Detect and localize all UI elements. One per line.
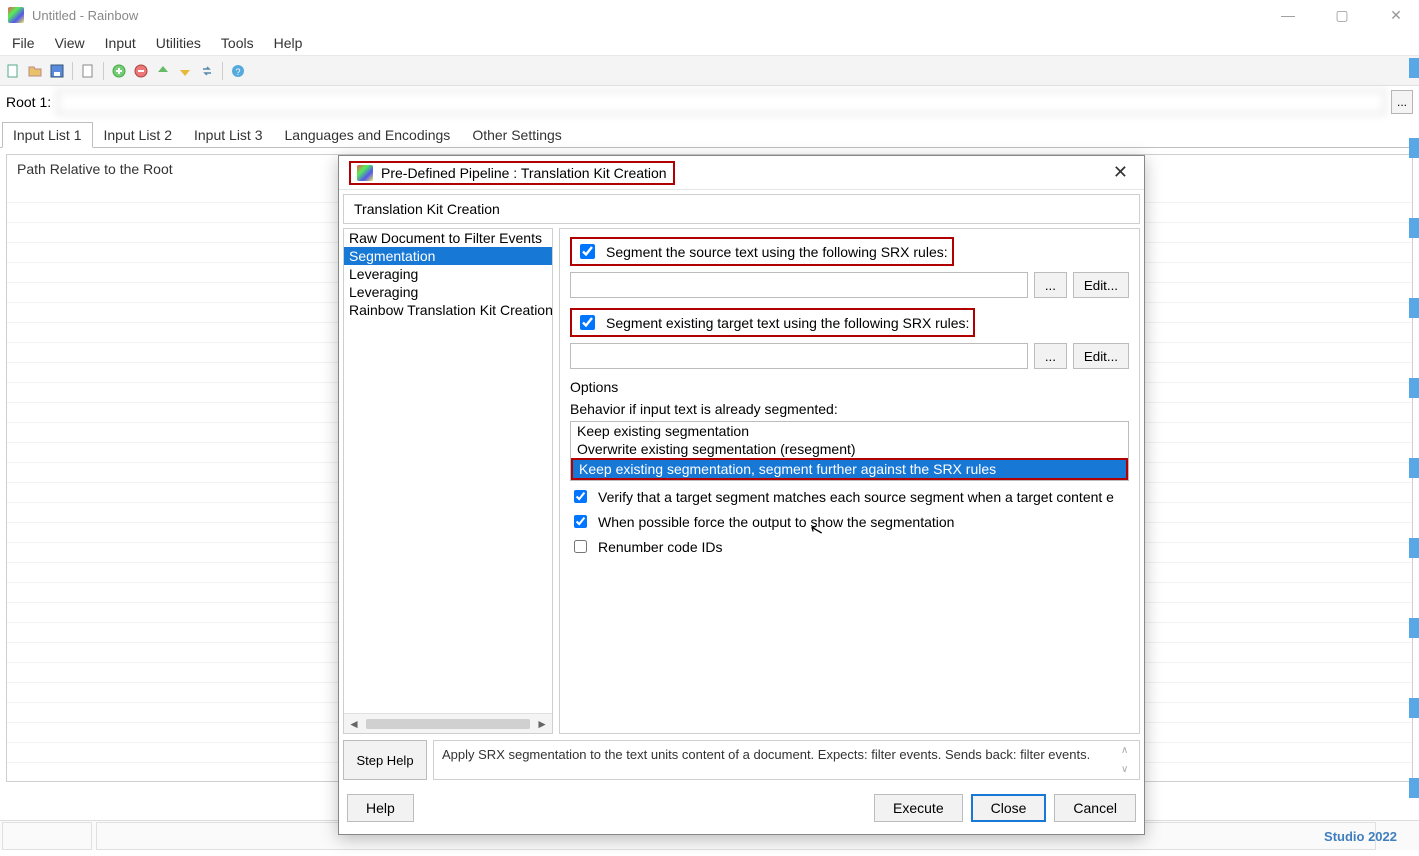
- behavior-option-0[interactable]: Keep existing segmentation: [571, 422, 1128, 440]
- steps-hscrollbar[interactable]: ◄►: [344, 713, 552, 733]
- menu-tools[interactable]: Tools: [211, 33, 264, 53]
- toolbar-separator: [222, 62, 223, 80]
- down-icon[interactable]: [176, 62, 194, 80]
- svg-text:?: ?: [235, 67, 240, 77]
- up-icon[interactable]: [154, 62, 172, 80]
- remove-icon[interactable]: [132, 62, 150, 80]
- close-window-button[interactable]: ✕: [1381, 7, 1411, 24]
- step-item-2[interactable]: Leveraging: [344, 265, 552, 283]
- menu-help[interactable]: Help: [264, 33, 313, 53]
- menu-input[interactable]: Input: [95, 33, 146, 53]
- segment-target-label: Segment existing target text using the f…: [606, 315, 969, 331]
- root-path-input[interactable]: [57, 90, 1385, 114]
- doc-icon[interactable]: [79, 62, 97, 80]
- save-icon[interactable]: [48, 62, 66, 80]
- step-description-text: Apply SRX segmentation to the text units…: [442, 747, 1090, 762]
- tab-other-settings[interactable]: Other Settings: [461, 122, 573, 148]
- step-item-3[interactable]: Leveraging: [344, 283, 552, 301]
- dialog-titlebar: Pre-Defined Pipeline : Translation Kit C…: [339, 156, 1144, 190]
- root-label: Root 1:: [6, 94, 51, 110]
- dialog-icon: [357, 165, 373, 181]
- segment-source-label: Segment the source text using the follow…: [606, 244, 948, 260]
- add-icon[interactable]: [110, 62, 128, 80]
- segment-source-browse-button[interactable]: ...: [1034, 272, 1067, 298]
- toolbar-separator: [72, 62, 73, 80]
- menu-file[interactable]: File: [2, 33, 45, 53]
- window-titlebar: Untitled - Rainbow — ▢ ✕: [0, 0, 1419, 30]
- execute-button[interactable]: Execute: [874, 794, 963, 822]
- segment-source-path-input[interactable]: [570, 272, 1028, 298]
- step-item-1[interactable]: Segmentation: [344, 247, 552, 265]
- dialog-title: Pre-Defined Pipeline : Translation Kit C…: [381, 165, 667, 181]
- segment-source-checkbox[interactable]: [580, 244, 595, 259]
- tab-languages-encodings[interactable]: Languages and Encodings: [274, 122, 462, 148]
- maximize-button[interactable]: ▢: [1327, 7, 1357, 24]
- behavior-option-1[interactable]: Overwrite existing segmentation (resegme…: [571, 440, 1128, 458]
- renumber-checkbox[interactable]: [574, 540, 587, 553]
- help-button[interactable]: Help: [347, 794, 414, 822]
- pipeline-dialog: Pre-Defined Pipeline : Translation Kit C…: [338, 155, 1145, 835]
- segment-target-edit-button[interactable]: Edit...: [1073, 343, 1129, 369]
- window-title: Untitled - Rainbow: [32, 8, 138, 23]
- behavior-label: Behavior if input text is already segmen…: [570, 401, 1129, 417]
- root-row: Root 1: ...: [0, 86, 1419, 118]
- verify-checkbox[interactable]: [574, 490, 587, 503]
- verify-label: Verify that a target segment matches eac…: [598, 489, 1114, 505]
- background-studio-text: Studio 2022: [1324, 829, 1397, 844]
- app-icon: [8, 7, 24, 23]
- step-help-button[interactable]: Step Help: [343, 740, 427, 780]
- renumber-label: Renumber code IDs: [598, 539, 723, 555]
- force-output-label: When possible force the output to show t…: [598, 514, 954, 530]
- segment-target-path-input[interactable]: [570, 343, 1028, 369]
- cancel-button[interactable]: Cancel: [1054, 794, 1136, 822]
- menu-utilities[interactable]: Utilities: [146, 33, 211, 53]
- segment-target-browse-button[interactable]: ...: [1034, 343, 1067, 369]
- menu-bar: File View Input Utilities Tools Help: [0, 30, 1419, 56]
- background-strip: [1409, 58, 1419, 850]
- desc-scrollbar[interactable]: ∧∨: [1121, 745, 1135, 775]
- close-button[interactable]: Close: [971, 794, 1047, 822]
- segment-target-checkbox[interactable]: [580, 315, 595, 330]
- segment-source-edit-button[interactable]: Edit...: [1073, 272, 1129, 298]
- step-item-0[interactable]: Raw Document to Filter Events: [344, 229, 552, 247]
- tab-bar: Input List 1 Input List 2 Input List 3 L…: [0, 118, 1419, 148]
- help-icon[interactable]: ?: [229, 62, 247, 80]
- tab-input-list-2[interactable]: Input List 2: [93, 122, 184, 148]
- behavior-listbox[interactable]: Keep existing segmentation Overwrite exi…: [570, 421, 1129, 481]
- options-label: Options: [570, 379, 1129, 395]
- swap-icon[interactable]: [198, 62, 216, 80]
- dialog-section-title: Translation Kit Creation: [343, 194, 1140, 224]
- open-icon[interactable]: [26, 62, 44, 80]
- step-options-panel: Segment the source text using the follow…: [559, 228, 1140, 734]
- dialog-close-button[interactable]: ✕: [1107, 162, 1134, 183]
- toolbar: ?: [0, 56, 1419, 86]
- step-description: Apply SRX segmentation to the text units…: [433, 740, 1140, 780]
- toolbar-separator: [103, 62, 104, 80]
- force-output-checkbox[interactable]: [574, 515, 587, 528]
- tab-input-list-1[interactable]: Input List 1: [2, 122, 93, 148]
- step-item-4[interactable]: Rainbow Translation Kit Creation: [344, 301, 552, 319]
- steps-list: Raw Document to Filter Events Segmentati…: [343, 228, 553, 734]
- behavior-option-2[interactable]: Keep existing segmentation, segment furt…: [571, 458, 1128, 480]
- new-icon[interactable]: [4, 62, 22, 80]
- tab-input-list-3[interactable]: Input List 3: [183, 122, 274, 148]
- menu-view[interactable]: View: [45, 33, 95, 53]
- minimize-button[interactable]: —: [1273, 7, 1303, 24]
